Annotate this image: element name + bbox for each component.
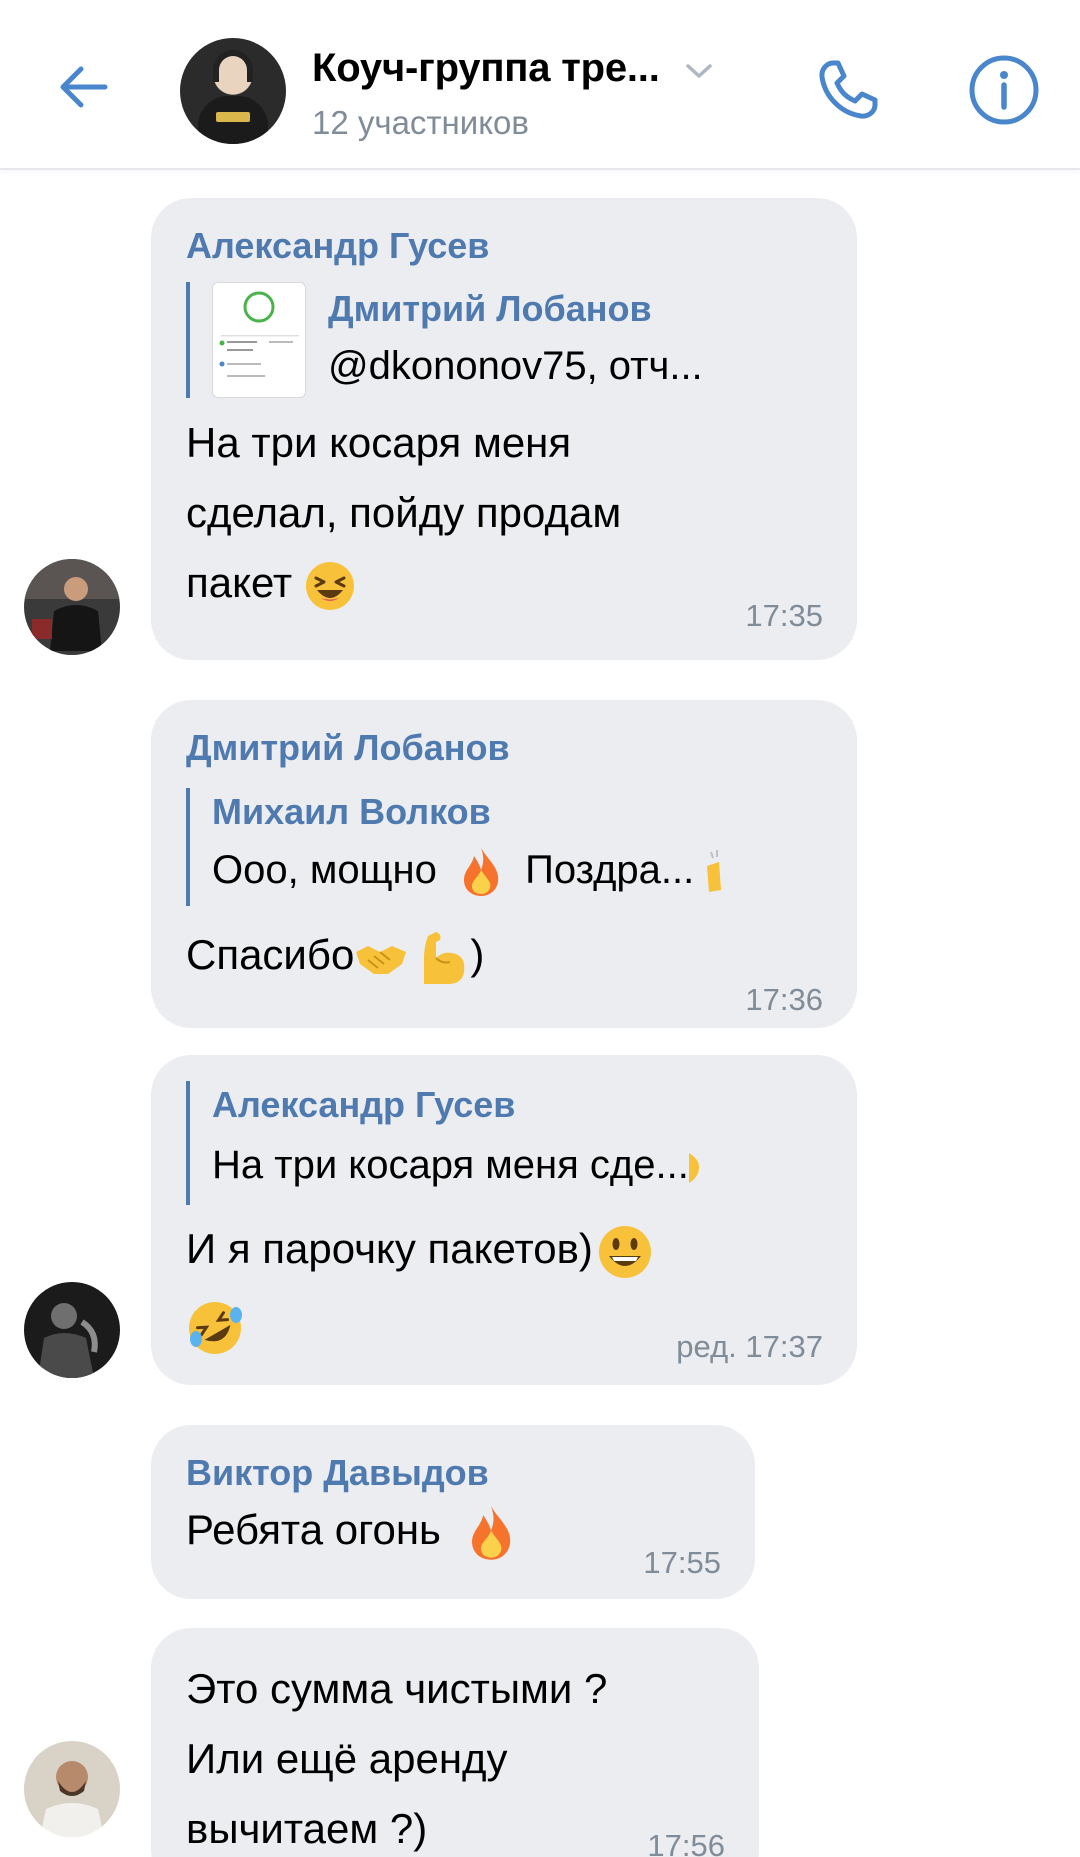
- group-avatar[interactable]: [180, 38, 286, 144]
- message-time: 17:36: [745, 982, 823, 1017]
- message-line: Это сумма чистыми ?: [186, 1665, 608, 1712]
- clapping-hands-emoji-icon: [707, 850, 722, 893]
- screenshot-thumbnail-icon: [219, 291, 299, 377]
- flexed-biceps-emoji-icon: [424, 931, 465, 984]
- message-bubble[interactable]: Александр Гусев Дмитрий Лобанов @dkonono…: [151, 198, 857, 660]
- rofl-emoji-icon: [189, 1301, 242, 1354]
- user-avatar-image: [24, 559, 120, 655]
- message-line: сделал, пойду продам: [186, 489, 622, 536]
- message-bubble[interactable]: Александр Гусев На три косаря меня сде..…: [151, 1055, 857, 1385]
- message-line-wrap: пакет: [186, 548, 825, 618]
- reply-quote[interactable]: Михаил Волков Ооо, мощно Поздра...: [186, 788, 825, 906]
- reply-author: Дмитрий Лобанов: [328, 288, 652, 329]
- message-time: 17:55: [643, 1545, 721, 1580]
- message-line: пакет: [186, 559, 293, 606]
- headphones-shape: [213, 50, 253, 82]
- message-bubble[interactable]: Виктор Давыдов Ребята огонь 17:55: [151, 1425, 755, 1599]
- laughing-emoji-icon: [305, 561, 354, 610]
- message-bubble[interactable]: Дмитрий Лобанов Михаил Волков Ооо, мощно…: [151, 700, 857, 1028]
- info-icon: [969, 55, 1039, 125]
- message-line: ): [470, 931, 485, 978]
- message-line: Или ещё аренду: [186, 1735, 508, 1782]
- message-bubble[interactable]: Это сумма чистыми ? Или ещё аренду вычит…: [151, 1628, 759, 1857]
- message-line: И я парочку пакетов): [186, 1225, 593, 1272]
- back-button[interactable]: [48, 52, 118, 122]
- avatar[interactable]: [24, 1741, 120, 1837]
- chat-title: Коуч-группа тре...: [312, 46, 660, 90]
- phone-icon: [819, 60, 878, 119]
- info-button[interactable]: [964, 50, 1044, 130]
- title-row[interactable]: Коуч-группа тре...: [312, 46, 714, 91]
- message-line: На три косаря меня: [186, 419, 572, 466]
- sender-name[interactable]: Дмитрий Лобанов: [186, 726, 825, 770]
- reply-preview: @dkononov75, отч...: [328, 344, 703, 388]
- message-line: Ребята огонь: [186, 1506, 441, 1553]
- message-line-wrap: Спасибо ): [186, 920, 825, 990]
- avatar[interactable]: [24, 559, 120, 655]
- reply-quote[interactable]: Дмитрий Лобанов @dkononov75, отч...: [186, 282, 825, 398]
- reply-author: Александр Гусев: [212, 1084, 516, 1125]
- fire-emoji-icon: [463, 848, 499, 897]
- message-time: 17:56: [647, 1828, 725, 1857]
- grinning-emoji-icon: [598, 1225, 651, 1278]
- message-text: Это сумма чистыми ? Или ещё аренду вычит…: [186, 1654, 727, 1857]
- message-text: На три косаря меня сделал, пойду продам …: [186, 408, 825, 618]
- reply-preview-part: Ооо, мощно: [212, 848, 437, 892]
- emoji-fragment-icon: [688, 1153, 699, 1184]
- handshake-emoji-icon: [356, 945, 407, 974]
- avatar[interactable]: [24, 1282, 120, 1378]
- user-avatar-image: [24, 1282, 120, 1378]
- reply-preview-part: На три косаря меня сде...: [212, 1143, 689, 1187]
- arrow-left-icon: [60, 66, 108, 108]
- sender-name[interactable]: Виктор Давыдов: [186, 1451, 723, 1495]
- reply-preview-part: Поздра...: [525, 848, 695, 892]
- message-text: Спасибо ): [186, 920, 825, 990]
- call-button[interactable]: [808, 50, 888, 130]
- user-avatar-image: [24, 1741, 120, 1837]
- message-time: 17:35: [745, 598, 823, 633]
- chevron-down-icon: [685, 63, 712, 78]
- shirt-label-shape: [216, 112, 250, 122]
- message-line: вычитаем ?): [186, 1805, 428, 1852]
- chat-header: Коуч-группа тре... 12 участников: [0, 0, 1080, 170]
- message-time: ред. 17:37: [676, 1329, 823, 1364]
- reply-thumbnail[interactable]: [212, 282, 306, 398]
- message-line-wrap: И я парочку пакетов): [186, 1211, 825, 1287]
- message-line: Спасибо: [186, 931, 355, 978]
- reply-preview: На три косаря меня сде...: [212, 1129, 812, 1201]
- reply-preview: Ооо, мощно Поздра...: [212, 836, 812, 904]
- chat-screen: Коуч-группа тре... 12 участников Алексан…: [0, 0, 1080, 1857]
- participants-count: 12 участников: [312, 104, 529, 141]
- reply-quote[interactable]: Александр Гусев На три косаря меня сде..…: [186, 1081, 825, 1205]
- fire-emoji-icon: [471, 1506, 510, 1560]
- sender-name[interactable]: Александр Гусев: [186, 224, 825, 268]
- reply-author: Михаил Волков: [212, 791, 491, 832]
